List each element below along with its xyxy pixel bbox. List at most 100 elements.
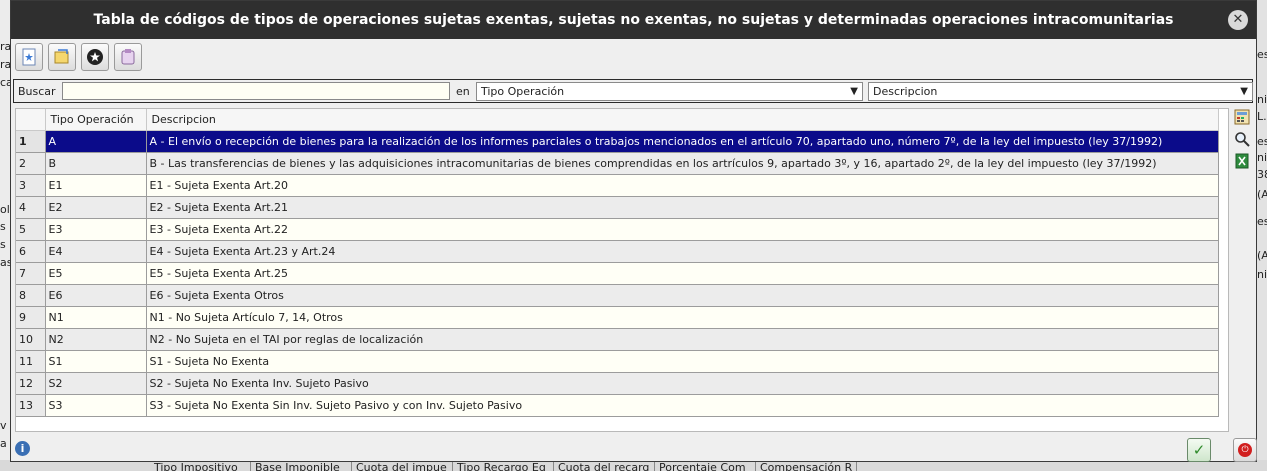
row-number-cell: 5: [16, 218, 46, 241]
edit-record-icon: [54, 49, 69, 64]
descripcion-cell: E1 - Sujeta Exenta Art.20: [146, 174, 1219, 197]
bg-column-header: Tipo Impositivo: [150, 461, 251, 471]
search-button[interactable]: [1233, 130, 1251, 147]
bg-fragment: s: [0, 220, 6, 233]
row-number-cell: 3: [16, 174, 46, 197]
column-header-descripcion[interactable]: Descripcion: [146, 109, 1219, 131]
row-number-cell: 6: [16, 240, 46, 263]
search-field-select[interactable]: Tipo Operación ▼: [476, 82, 863, 101]
cancel-button[interactable]: ⏻: [1233, 438, 1257, 462]
table-row[interactable]: 13 S3 S3 - Sujeta No Exenta Sin Inv. Sujet…: [16, 394, 1219, 417]
table-row[interactable]: 7 E5 E5 - Sujeta Exenta Art.25: [16, 262, 1219, 285]
filter-icon: [87, 49, 103, 65]
descripcion-cell: E2 - Sujeta Exenta Art.21: [146, 196, 1219, 219]
descripcion-cell: A - El envío o recepción de bienes para …: [146, 130, 1219, 153]
tipo-operacion-cell: S3: [45, 394, 147, 417]
table-row[interactable]: 10 N2 N2 - No Sujeta en el TAI por reglas …: [16, 328, 1219, 351]
tipo-operacion-cell: E1: [45, 174, 147, 197]
dialog-titlebar[interactable]: Tabla de códigos de tipos de operaciones…: [11, 1, 1256, 39]
tipo-operacion-cell: N1: [45, 306, 147, 329]
bg-fragment: (A: [1257, 188, 1267, 201]
bg-fragment: ni: [1257, 268, 1267, 281]
search-column-select[interactable]: Descripcion ▼: [868, 82, 1253, 101]
table-row[interactable]: 2BB - Las transferencias de bienes y las…: [16, 152, 1219, 175]
search-in-label: en: [456, 85, 470, 98]
descripcion-cell: E6 - Sujeta Exenta Otros: [146, 284, 1219, 307]
side-toolbar: [1233, 108, 1253, 169]
row-number-cell: 1: [16, 130, 46, 153]
table-row[interactable]: 1AA - El envío o recepción de bienes par…: [16, 130, 1219, 153]
background-table-header: Tipo Impositivo Base Imponible Cuota del…: [150, 461, 857, 471]
tipo-operacion-cell: S2: [45, 372, 147, 395]
bg-column-header: Cuota del recarg: [554, 461, 655, 471]
descripcion-cell: S2 - Sujeta No Exenta Inv. Sujeto Pasivo: [146, 372, 1219, 395]
row-number-cell: 4: [16, 196, 46, 219]
excel-export-button[interactable]: [1233, 152, 1251, 169]
cancel-icon: ⏻: [1238, 443, 1252, 457]
new-record-icon: [22, 48, 36, 66]
search-column-value: Descripcion: [873, 85, 938, 98]
bg-fragment: s: [0, 238, 6, 251]
table-row[interactable]: 11 S1 S1 - Sujeta No Exenta: [16, 350, 1219, 373]
row-number-cell: 10: [16, 328, 46, 351]
tipo-operacion-cell: N2: [45, 328, 147, 351]
descripcion-cell: N2 - No Sujeta en el TAI por reglas de l…: [146, 328, 1219, 351]
tipo-operacion-cell: E2: [45, 196, 147, 219]
accept-button[interactable]: ✓: [1187, 438, 1211, 462]
row-number-cell: 7: [16, 262, 46, 285]
row-number-cell: 2: [16, 152, 46, 175]
chevron-down-icon: ▼: [850, 86, 858, 97]
bg-fragment: ni: [1257, 151, 1267, 164]
bg-fragment: ni: [1257, 93, 1267, 106]
dialog-title: Tabla de códigos de tipos de operaciones…: [93, 12, 1174, 28]
search-icon: [1235, 131, 1250, 147]
table-row[interactable]: 5 E3 E3 - Sujeta Exenta Art.22: [16, 218, 1219, 241]
table-row[interactable]: 4 E2 E2 - Sujeta Exenta Art.21: [16, 196, 1219, 219]
bg-column-header: Tipo Recargo Eq: [453, 461, 554, 471]
bg-fragment: L.: [1257, 110, 1267, 123]
calculator-button[interactable]: [1233, 108, 1251, 125]
descripcion-cell: S3 - Sujeta No Exenta Sin Inv. Sujeto Pa…: [146, 394, 1219, 417]
background-right-strip: es ni L. es ni 38 (A es (A ni: [1257, 0, 1267, 471]
close-icon: ✕: [1232, 12, 1244, 27]
row-number-cell: 12: [16, 372, 46, 395]
edit-record-button[interactable]: [48, 43, 76, 71]
search-bar: Buscar en Tipo Operación ▼ Descripcion ▼: [13, 79, 1253, 103]
tipo-operacion-cell: E3: [45, 218, 147, 241]
bg-column-header: Porcentaje Com: [655, 461, 756, 471]
descripcion-cell: E5 - Sujeta Exenta Art.25: [146, 262, 1219, 285]
bg-fragment: v: [0, 419, 7, 432]
codes-table: Tipo Operación Descripcion 1AA - El enví…: [15, 108, 1229, 432]
filter-button[interactable]: [81, 43, 109, 71]
table-row[interactable]: 12 S2 S2 - Sujeta No Exenta Inv. Sujeto Pa…: [16, 372, 1219, 395]
row-number-header: [16, 109, 46, 131]
search-input[interactable]: [62, 82, 450, 100]
bg-fragment: es: [1257, 48, 1267, 61]
descripcion-cell: E3 - Sujeta Exenta Art.22: [146, 218, 1219, 241]
column-header-tipo[interactable]: Tipo Operación: [45, 109, 147, 131]
toolbar: [15, 43, 142, 75]
table-row[interactable]: 8 E6 E6 - Sujeta Exenta Otros: [16, 284, 1219, 307]
table-row[interactable]: 9 N1 N1 - No Sujeta Artículo 7, 14, Otros: [16, 306, 1219, 329]
bg-fragment: a: [0, 437, 7, 450]
bg-column-header: Cuota del impue: [352, 461, 453, 471]
export-icon: [121, 49, 135, 65]
table-row[interactable]: 3 E1 E1 - Sujeta Exenta Art.20: [16, 174, 1219, 197]
export-button[interactable]: [114, 43, 142, 71]
row-number-cell: 8: [16, 284, 46, 307]
tipo-operacion-cell: E6: [45, 284, 147, 307]
search-field-value: Tipo Operación: [481, 85, 565, 98]
search-label: Buscar: [18, 85, 56, 98]
descripcion-cell: E4 - Sujeta Exenta Art.23 y Art.24: [146, 240, 1219, 263]
tipo-operacion-cell: E5: [45, 262, 147, 285]
row-number-cell: 9: [16, 306, 46, 329]
calculator-icon: [1234, 109, 1250, 124]
info-icon[interactable]: i: [15, 441, 30, 456]
new-record-button[interactable]: [15, 43, 43, 71]
close-button[interactable]: ✕: [1228, 10, 1248, 30]
tipo-operacion-cell: A: [45, 130, 147, 153]
bg-fragment: es: [1257, 215, 1267, 228]
table-row[interactable]: 6 E4 E4 - Sujeta Exenta Art.23 y Art.24: [16, 240, 1219, 263]
descripcion-cell: N1 - No Sujeta Artículo 7, 14, Otros: [146, 306, 1219, 329]
tipo-operacion-cell: S1: [45, 350, 147, 373]
